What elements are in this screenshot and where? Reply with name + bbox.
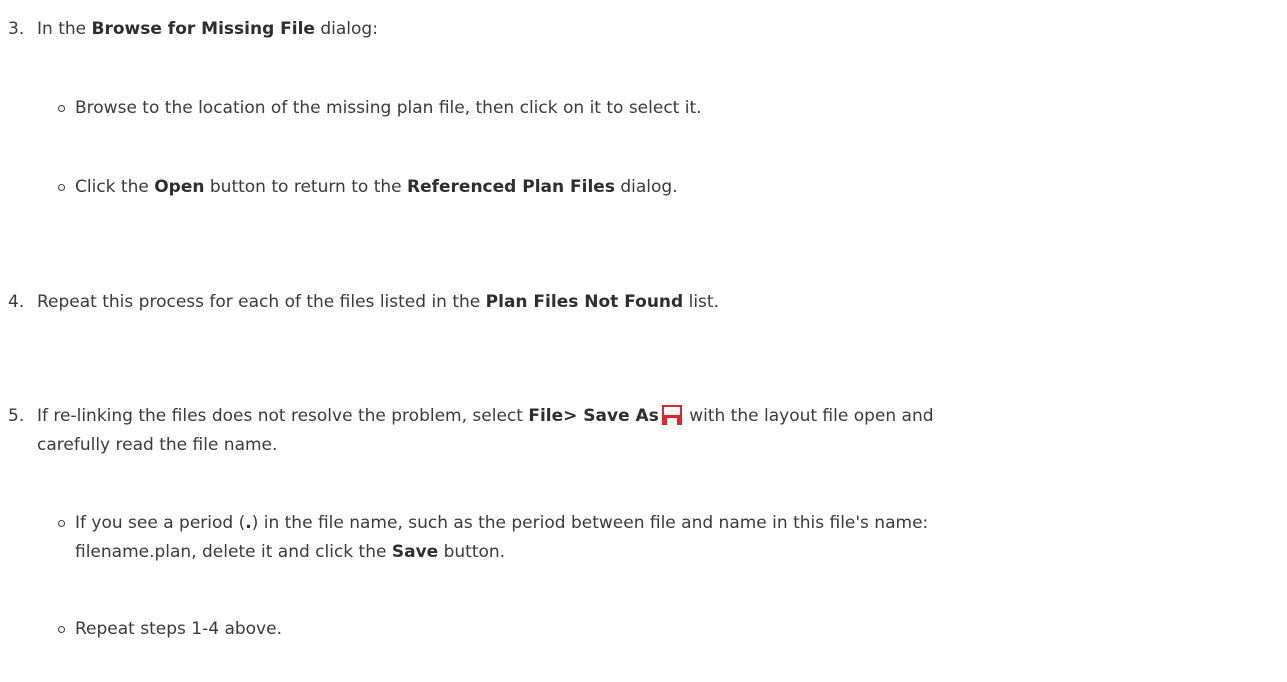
menu-path: File> Save As <box>528 406 659 426</box>
step-number: 5. <box>8 406 25 426</box>
dialog-name: Referenced Plan Files <box>407 177 615 197</box>
button-name: Save <box>391 542 439 562</box>
sub-step-text: Repeat steps 1-4 above. <box>75 619 282 639</box>
step-number: 3. <box>8 19 25 39</box>
bullet-icon <box>58 520 65 527</box>
sub-step-text: If you see a period (.) in the file name… <box>75 513 929 533</box>
list-name: Plan Files Not Found <box>485 292 684 312</box>
sub-step-text: Click the Open button to return to the R… <box>75 177 678 197</box>
sub-step-text: filename.plan, delete it and click the S… <box>75 542 506 562</box>
dialog-name: Browse for Missing File <box>91 19 315 39</box>
save-as-icon <box>661 404 683 426</box>
step-text: If re-linking the files does not resolve… <box>37 404 934 426</box>
bullet-icon <box>58 105 65 112</box>
step-text: Repeat this process for each of the file… <box>37 292 719 312</box>
step-text: In the Browse for Missing File dialog: <box>37 19 378 39</box>
bullet-icon <box>58 626 65 633</box>
sub-step-text: Browse to the location of the missing pl… <box>75 98 702 118</box>
step-number: 4. <box>8 292 25 312</box>
bullet-icon <box>58 184 65 191</box>
instructions-document: 3. In the Browse for Missing File dialog… <box>0 0 1287 682</box>
step-text: carefully read the file name. <box>37 435 278 455</box>
button-name: Open <box>154 177 205 197</box>
